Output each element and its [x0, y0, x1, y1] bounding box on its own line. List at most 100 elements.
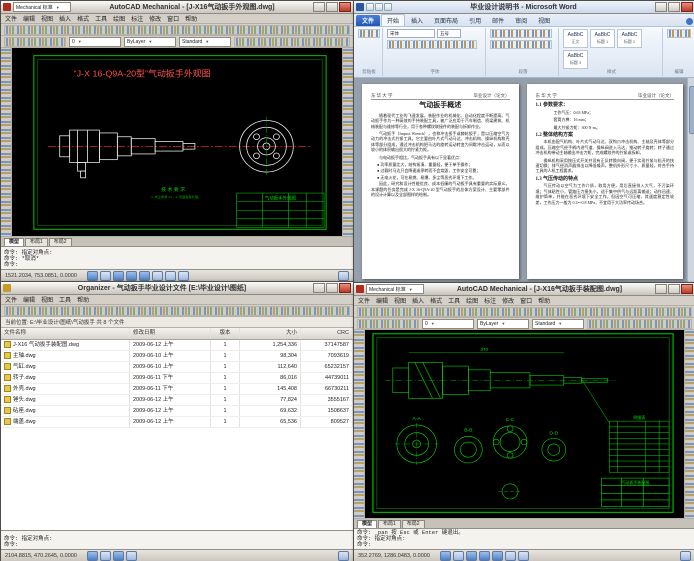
menu-format[interactable]: 格式 — [77, 14, 89, 23]
snap-toggle-icon[interactable] — [87, 271, 98, 281]
maximize-button[interactable] — [668, 2, 680, 12]
tab-mailings[interactable]: 邮件 — [487, 15, 509, 26]
table-row[interactable]: 锤头.dwg 2009-06-12 上午 1 77,824 3555167 — [1, 395, 353, 406]
model-space-canvas[interactable]: 370 A-A B-B C-C D-D — [365, 330, 684, 518]
title-bar[interactable]: Mechanical 标准▼ AutoCAD Mechanical - [J-X… — [1, 1, 353, 14]
style-heading3[interactable]: AaBbC标题 3 — [563, 50, 588, 69]
tab-model[interactable]: 模型 — [357, 520, 377, 528]
style-heading2[interactable]: AaBbC标题 2 — [617, 29, 642, 48]
lineweight-toggle-icon[interactable] — [178, 271, 189, 281]
menu-help[interactable]: 帮助 — [77, 295, 89, 304]
table-row[interactable]: 转子.dwg 2009-06-11 下午 1 86,016 44739011 — [1, 373, 353, 384]
table-header-row[interactable]: 文件名称 修改日期 版本 大小 CRC — [1, 328, 353, 340]
model-space-canvas[interactable]: “J-X 16-Q9A-20型”气动扳手外观图 — [12, 48, 342, 236]
maximize-button[interactable] — [668, 284, 680, 294]
table-row[interactable]: 端盖.dwg 2009-06-12 上午 1 65,536 809527 — [1, 417, 353, 428]
toolbar-icons-strip[interactable] — [357, 307, 692, 317]
paste-icon[interactable] — [358, 29, 380, 38]
ortho-toggle-icon[interactable] — [113, 271, 124, 281]
style-combobox[interactable]: Standard▼ — [532, 319, 584, 329]
grid-toggle-icon[interactable] — [100, 551, 111, 561]
layout-tabs[interactable]: 模型 布局1 布局2 — [1, 236, 353, 246]
grid-toggle-icon[interactable] — [453, 551, 464, 561]
vertical-scrollbar[interactable] — [687, 78, 694, 283]
snap-toggle-icon[interactable] — [87, 551, 98, 561]
menu-file[interactable]: 文件 — [5, 14, 17, 23]
color-combobox[interactable]: ByLayer▼ — [477, 319, 529, 329]
menu-dimension[interactable]: 标注 — [131, 14, 143, 23]
close-button[interactable] — [681, 2, 693, 12]
standard-toolbar[interactable] — [354, 306, 694, 318]
osnap-toggle-icon[interactable] — [126, 551, 137, 561]
tab-review[interactable]: 审阅 — [510, 15, 532, 26]
font-format-icons[interactable] — [387, 40, 477, 49]
dyn-toggle-icon[interactable] — [165, 271, 176, 281]
menu-tools[interactable]: 工具 — [95, 14, 107, 23]
column-header-name[interactable]: 文件名称 — [1, 328, 130, 339]
model-space-toggle-icon[interactable] — [338, 271, 349, 281]
menu-draw[interactable]: 绘图 — [113, 14, 125, 23]
close-button[interactable] — [339, 283, 351, 293]
menu-tools[interactable]: 工具 — [59, 295, 71, 304]
menu-tools[interactable]: 工具 — [448, 296, 460, 305]
tab-layout2[interactable]: 布局2 — [402, 520, 425, 528]
minimize-button[interactable] — [313, 2, 325, 12]
polar-toggle-icon[interactable] — [479, 551, 490, 561]
paragraph-icons[interactable] — [490, 29, 552, 38]
toolbar[interactable] — [1, 305, 353, 317]
menu-format[interactable]: 格式 — [430, 296, 442, 305]
command-line[interactable]: 命令: 指定对角点: 命令: — [1, 530, 353, 549]
properties-toolbar[interactable]: 0▼ ByLayer▼ Standard▼ — [354, 318, 694, 330]
editing-icons[interactable] — [667, 29, 691, 38]
modify-toolbar-vertical[interactable] — [684, 330, 694, 518]
column-header-crc[interactable]: CRC — [301, 328, 353, 339]
tab-insert[interactable]: 插入 — [406, 15, 428, 26]
style-combobox[interactable]: Standard▼ — [179, 37, 231, 47]
layout-tabs[interactable]: 模型 布局1 布局2 — [354, 518, 694, 528]
osnap-toggle-icon[interactable] — [139, 271, 150, 281]
tab-home[interactable]: 开始 — [381, 14, 405, 26]
table-row[interactable]: J-X16 气动扳手装配图.dwg 2009-06-12 上午 1 1,254,… — [1, 340, 353, 351]
menu-window[interactable]: 窗口 — [167, 14, 179, 23]
layer-icons-strip[interactable] — [4, 37, 66, 47]
document-area[interactable]: 东 华 大 学 毕业设计（论文） 气动扳手概述 随着现代工业的飞速发展，装配作业… — [354, 78, 694, 283]
model-space-toggle-icon[interactable] — [680, 551, 691, 561]
style-normal[interactable]: AaBbC正文 — [563, 29, 588, 48]
title-bar[interactable]: 毕业设计说明书 - Microsoft Word — [354, 1, 694, 14]
column-header-date[interactable]: 修改日期 — [130, 328, 211, 339]
workspace-combobox[interactable]: Mechanical 标准▼ — [13, 2, 71, 12]
save-icon[interactable] — [366, 3, 374, 11]
command-prompt[interactable]: 命令: — [4, 542, 350, 548]
draw-toolbar-vertical[interactable] — [1, 48, 12, 236]
layer-combobox[interactable]: 0▼ — [422, 319, 474, 329]
color-combobox[interactable]: ByLayer▼ — [124, 37, 176, 47]
menu-modify[interactable]: 修改 — [502, 296, 514, 305]
paragraph-icons-row2[interactable] — [490, 40, 552, 49]
menu-edit[interactable]: 编辑 — [376, 296, 388, 305]
menu-window[interactable]: 窗口 — [520, 296, 532, 305]
standard-toolbar[interactable] — [1, 24, 353, 36]
document-page-2[interactable]: 东 华 大 学 毕业设计（论文） 1.1 参数要求： 工作气压：0.63 MPa… — [527, 84, 684, 279]
file-list[interactable]: 文件名称 修改日期 版本 大小 CRC J-X16 气动扳手装配图.dwg 20… — [1, 328, 353, 530]
scrollbar-thumb[interactable] — [689, 86, 694, 134]
modify-toolbar-vertical[interactable] — [342, 48, 353, 236]
toolbar-icons-strip[interactable] — [234, 37, 350, 47]
model-space-toggle-icon[interactable] — [338, 551, 349, 561]
otrack-toggle-icon[interactable] — [505, 551, 516, 561]
tab-file[interactable]: 文件 — [356, 15, 380, 26]
command-line[interactable]: 命令: 指定对角点: 命令: *取消* 命令: — [1, 246, 353, 269]
toolbar-icons-strip[interactable] — [587, 319, 692, 329]
font-size-combobox[interactable]: 五号 — [437, 29, 461, 38]
maximize-button[interactable] — [326, 283, 338, 293]
toolbar-icons-strip[interactable] — [4, 306, 350, 316]
draw-toolbar-vertical[interactable] — [354, 330, 365, 518]
command-line[interactable]: 命令: _pan 按 Esc 或 Enter 键退出。 命令: 指定对角点: 命… — [354, 528, 694, 549]
title-bar[interactable]: Organizer - 气动扳手毕业设计文件 [E:\毕业设计\图纸] — [1, 282, 353, 295]
ribbon-tabs[interactable]: 文件 开始 插入 页面布局 引用 邮件 审阅 视图 — [354, 14, 694, 27]
column-header-version[interactable]: 版本 — [211, 328, 240, 339]
otrack-toggle-icon[interactable] — [152, 271, 163, 281]
minimize-button[interactable] — [313, 283, 325, 293]
redo-icon[interactable] — [384, 3, 392, 11]
menu-view[interactable]: 视图 — [41, 295, 53, 304]
menu-edit[interactable]: 编辑 — [23, 14, 35, 23]
